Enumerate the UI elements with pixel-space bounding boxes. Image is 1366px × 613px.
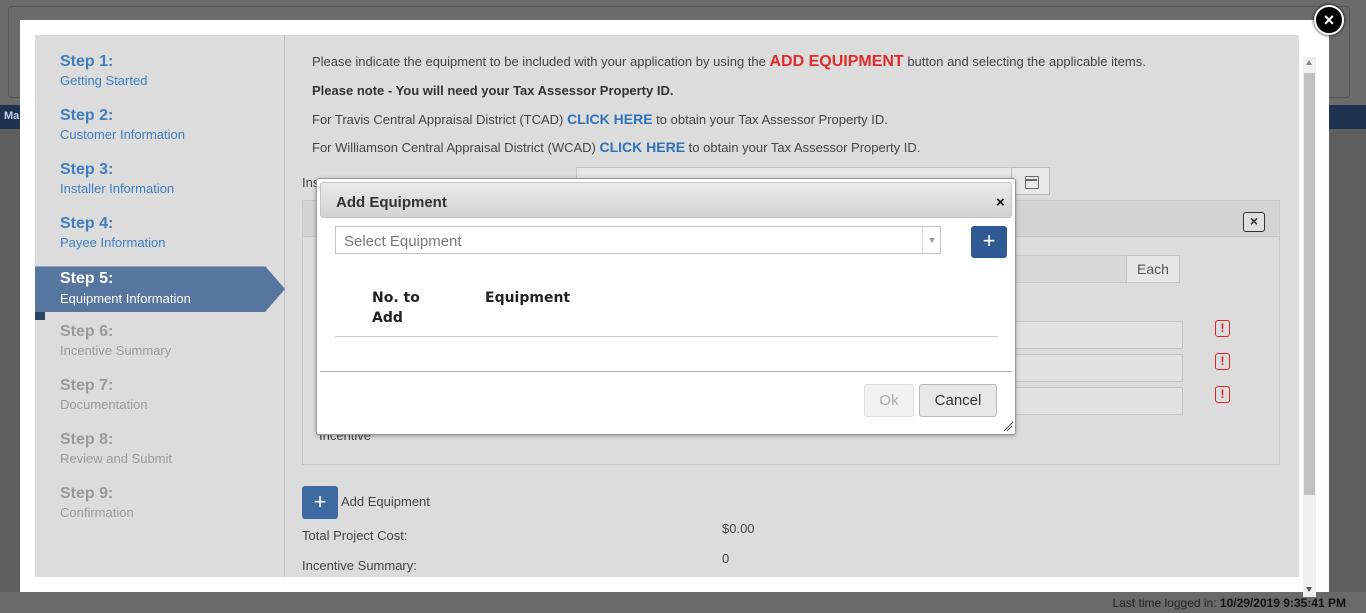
incentive-summary-value: 0: [722, 551, 730, 566]
total-project-cost-label: Total Project Cost:: [302, 528, 408, 543]
step-8: Step 8: Review and Submit: [60, 431, 280, 466]
column-header-line: No. to: [372, 290, 420, 306]
ok-button[interactable]: Ok: [864, 384, 914, 417]
warning-icon: !: [1215, 353, 1230, 370]
step-number: Step 7:: [60, 377, 114, 394]
cancel-button[interactable]: Cancel: [919, 384, 997, 417]
property-id-note: Please note - You will need your Tax Ass…: [312, 83, 673, 98]
step-label: Documentation: [60, 397, 148, 412]
last-login-label: Last time logged in:: [1112, 596, 1217, 610]
last-login: Last time logged in: 10/29/2019 9:35:41 …: [1113, 596, 1347, 610]
dialog-titlebar: Add Equipment ×: [320, 182, 1012, 218]
calendar-icon[interactable]: [1011, 167, 1050, 195]
step-number: Step 5:: [60, 270, 114, 287]
step-label: Payee Information: [60, 235, 166, 250]
step-number: Step 8:: [60, 431, 114, 448]
table-header-divider: [335, 336, 998, 337]
step-1[interactable]: Step 1: Getting Started: [60, 53, 280, 88]
add-equipment-button[interactable]: +: [302, 486, 338, 519]
step-number: Step 6:: [60, 323, 114, 340]
tcad-link[interactable]: CLICK HERE: [567, 111, 653, 127]
dialog-footer-divider: [320, 371, 1012, 372]
each-addon: Each: [1126, 255, 1180, 283]
warning-icon: !: [1215, 386, 1230, 403]
step-7: Step 7: Documentation: [60, 377, 280, 412]
equipment-field[interactable]: [1015, 387, 1183, 415]
column-header-line: Add: [372, 310, 403, 326]
equipment-field[interactable]: [1015, 321, 1183, 349]
column-header-equipment: Equipment: [485, 290, 571, 306]
add-equipment-label: Add Equipment: [341, 494, 430, 509]
tcad-text: For Travis Central Appraisal District (T…: [312, 111, 888, 127]
chevron-down-icon[interactable]: [922, 227, 940, 253]
column-header-no-to-add: No. to Add: [372, 288, 420, 328]
last-login-value: 10/29/2019 9:35:41 PM: [1219, 596, 1346, 610]
wcad-before: For Williamson Central Appraisal Distric…: [312, 140, 600, 155]
modal-scrollbar[interactable]: [1303, 57, 1316, 597]
step-9: Step 9: Confirmation: [60, 485, 280, 520]
intro-before: Please indicate the equipment to be incl…: [312, 54, 770, 69]
step-number: Step 1:: [60, 53, 114, 70]
step-number: Step 2:: [60, 107, 114, 124]
step-4[interactable]: Step 4: Payee Information: [60, 215, 280, 250]
background-nav-label: Ma: [4, 110, 20, 122]
wcad-after: to obtain your Tax Assessor Property ID.: [685, 140, 921, 155]
total-project-cost-value: $0.00: [722, 521, 755, 536]
dialog-title: Add Equipment: [336, 194, 447, 211]
step-6: Step 6: Incentive Summary: [60, 323, 280, 358]
select-equipment-placeholder: Select Equipment: [344, 233, 462, 250]
step-label: Incentive Summary: [60, 343, 172, 358]
resize-grip-icon[interactable]: [1001, 420, 1013, 432]
step-label: Installer Information: [60, 181, 175, 196]
scroll-up-arrow-icon[interactable]: [1306, 60, 1312, 65]
warning-icon: !: [1215, 320, 1230, 337]
intro-highlight: ADD EQUIPMENT: [769, 53, 904, 70]
scroll-down-arrow-icon[interactable]: [1306, 587, 1312, 592]
dialog-close-icon[interactable]: ×: [996, 194, 1005, 211]
step-label: Review and Submit: [60, 451, 172, 466]
step-label: Getting Started: [60, 73, 148, 88]
add-selected-equipment-button[interactable]: +: [971, 226, 1007, 258]
step-number: Step 3:: [60, 161, 114, 178]
select-equipment-dropdown[interactable]: Select Equipment: [335, 226, 941, 254]
incentive-summary-label: Incentive Summary:: [302, 558, 417, 573]
wcad-link[interactable]: CLICK HERE: [600, 139, 686, 155]
active-step-arrow: [265, 266, 285, 312]
step-3[interactable]: Step 3: Installer Information: [60, 161, 280, 196]
step-sidebar: Step 1: Getting Started Step 2: Customer I…: [35, 35, 285, 577]
step-label: Equipment Information: [60, 291, 191, 306]
unit-cost-field[interactable]: [1015, 255, 1127, 283]
add-equipment-dialog: Add Equipment × Select Equipment + No. t…: [316, 178, 1016, 435]
tcad-before: For Travis Central Appraisal District (T…: [312, 112, 567, 127]
step-number: Step 4:: [60, 215, 114, 232]
step-2[interactable]: Step 2: Customer Information: [60, 107, 280, 142]
step-number: Step 9:: [60, 485, 114, 502]
step-label: Customer Information: [60, 127, 185, 142]
scroll-thumb[interactable]: [1304, 73, 1315, 495]
equipment-field[interactable]: [1015, 354, 1183, 382]
tcad-after: to obtain your Tax Assessor Property ID.: [652, 112, 888, 127]
intro-text: Please indicate the equipment to be incl…: [312, 53, 1146, 71]
note-text: Please note - You will need your Tax Ass…: [312, 83, 674, 98]
step-5-active[interactable]: Step 5: Equipment Information: [35, 266, 285, 320]
close-modal-icon[interactable]: ×: [1314, 5, 1344, 35]
step-label: Confirmation: [60, 505, 134, 520]
wcad-text: For Williamson Central Appraisal Distric…: [312, 139, 920, 155]
remove-equipment-close-icon[interactable]: ×: [1243, 212, 1265, 232]
active-step-fold: [35, 312, 45, 320]
intro-after: button and selecting the applicable item…: [903, 54, 1146, 69]
